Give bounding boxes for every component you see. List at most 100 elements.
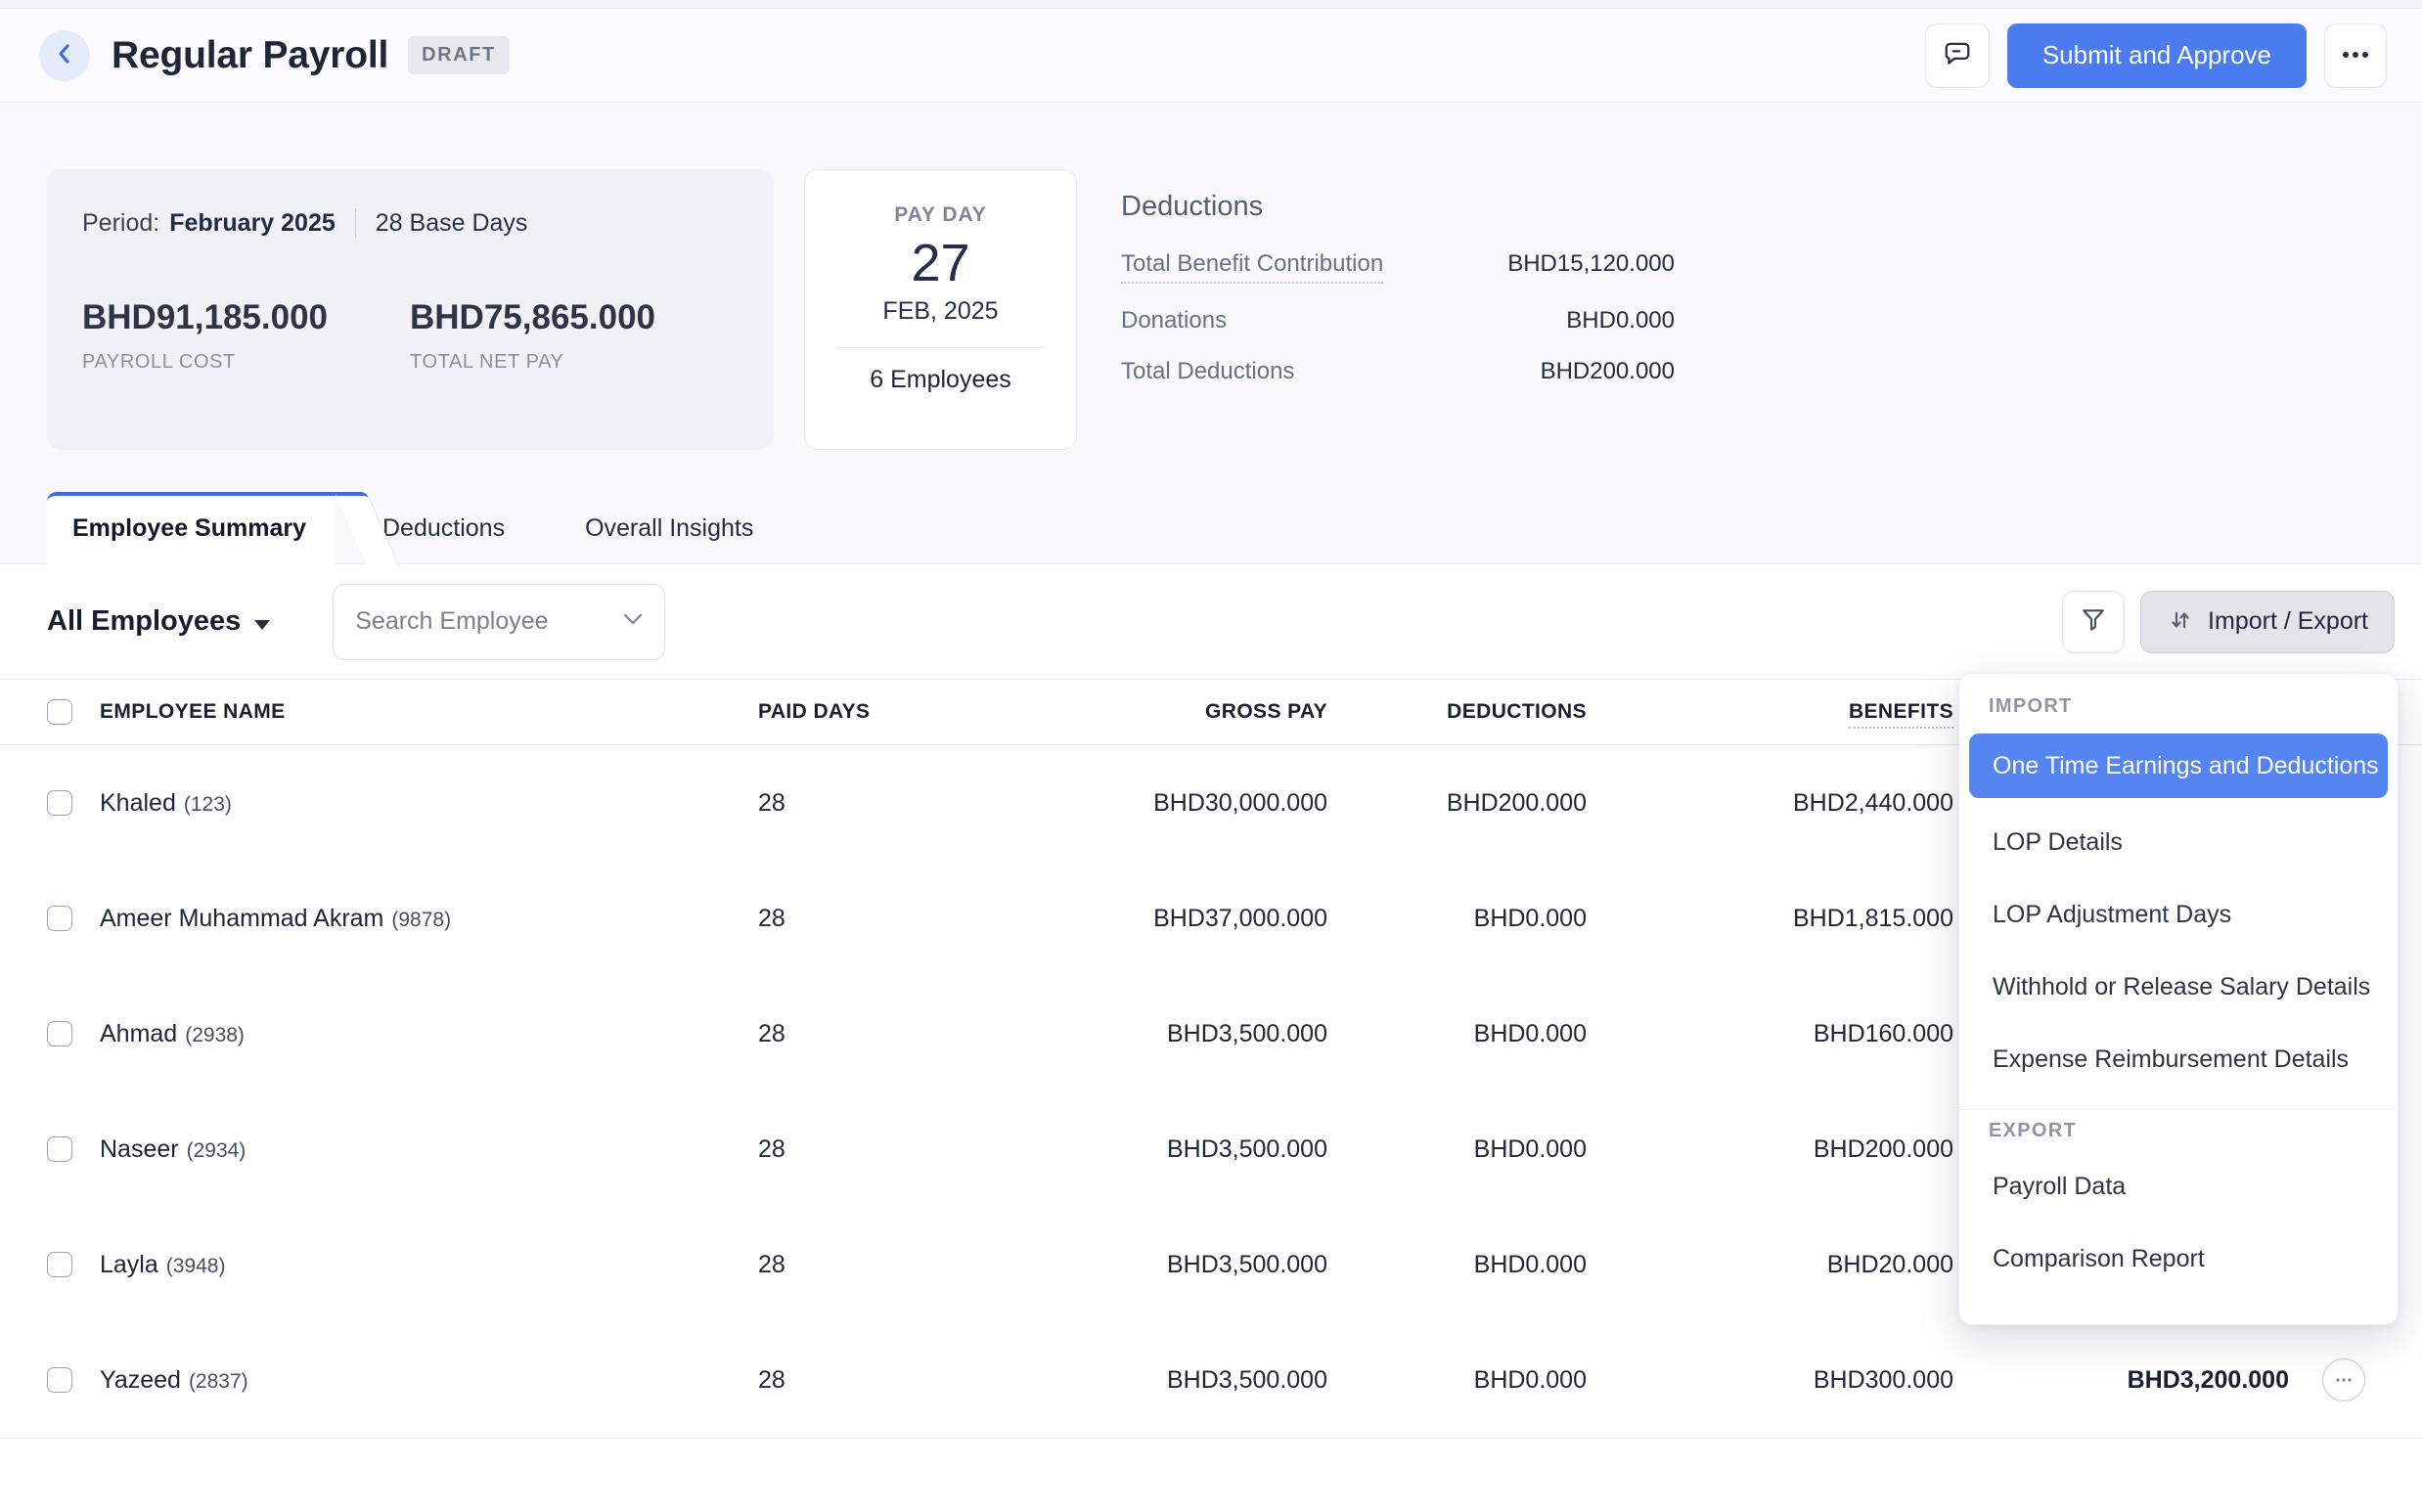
deductions-cell: BHD0.000 [1327,1251,1587,1279]
divider [355,208,356,238]
app-header: Regular Payroll DRAFT Submit and Approve [0,9,2422,103]
employee-name-cell[interactable]: Ameer Muhammad Akram(9878) [100,905,758,933]
total-net-pay-stat: BHD75,865.000 TOTAL NET PAY [410,298,738,374]
total-benefit-contribution-label[interactable]: Total Benefit Contribution [1121,250,1383,284]
paid-days-cell: 28 [758,1020,934,1048]
row-checkbox[interactable] [47,906,72,931]
benefits-cell: BHD20.000 [1587,1251,1953,1279]
menu-item-one-time-earnings[interactable]: One Time Earnings and Deductions [1969,734,2388,798]
deductions-summary: Deductions Total Benefit Contribution BH… [1121,191,1675,409]
deductions-cell: BHD0.000 [1327,1366,1587,1395]
table-row: Yazeed(2837) 28 BHD3,500.000 BHD0.000 BH… [0,1322,2422,1438]
menu-section-export: EXPORT [1989,1120,2398,1142]
search-employee-select[interactable]: Search Employee [333,584,665,660]
deductions-title: Deductions [1121,191,1675,223]
menu-item-payroll-data[interactable]: Payroll Data [1959,1150,2398,1223]
deduction-row: Total Benefit Contribution BHD15,120.000 [1121,250,1675,284]
row-checkbox[interactable] [47,1136,72,1162]
employee-id: (9878) [391,909,451,931]
payroll-screen: Regular Payroll DRAFT Submit and Approve… [0,0,2422,1512]
employee-name-cell[interactable]: Khaled(123) [100,789,758,818]
payday-date: FEB, 2025 [805,297,1076,326]
row-checkbox[interactable] [47,790,72,816]
payroll-cost-label: PAYROLL COST [82,351,410,374]
gross-pay-cell: BHD30,000.000 [934,789,1327,818]
menu-section-import: IMPORT [1989,695,2398,718]
employee-name-cell[interactable]: Yazeed(2837) [100,1366,758,1395]
submit-and-approve-button[interactable]: Submit and Approve [2007,23,2307,88]
col-employee-name: EMPLOYEE NAME [100,700,758,724]
payday-day: 27 [805,233,1076,293]
tab-bar: Employee Summary Deductions Overall Insi… [47,492,786,564]
payroll-cost-value: BHD91,185.000 [82,298,410,337]
comments-button[interactable] [1925,23,1990,88]
benefits-cell: BHD200.000 [1587,1135,1953,1164]
import-export-menu: IMPORT One Time Earnings and Deductions … [1958,673,2399,1325]
deductions-cell: BHD0.000 [1327,1020,1587,1048]
employee-name-cell[interactable]: Ahmad(2938) [100,1020,758,1048]
menu-item-lop-details[interactable]: LOP Details [1959,806,2398,878]
paid-days-cell: 28 [758,1135,934,1164]
employee-id: (123) [184,793,232,816]
donations-value: BHD0.000 [1566,307,1675,334]
period-card: Period: February 2025 28 Base Days BHD91… [47,169,773,450]
total-deductions-value: BHD200.000 [1541,358,1675,385]
chevron-left-icon [52,41,77,69]
back-button[interactable] [39,30,90,81]
menu-divider [1959,1109,2398,1110]
paid-days-cell: 28 [758,905,934,933]
gross-pay-cell: BHD3,500.000 [934,1251,1327,1279]
col-deductions: DEDUCTIONS [1327,700,1587,724]
select-all-checkbox[interactable] [47,699,72,725]
top-strip [0,0,2422,9]
menu-item-withhold-release-salary[interactable]: Withhold or Release Salary Details [1959,951,2398,1023]
menu-item-lop-adjustment-days[interactable]: LOP Adjustment Days [1959,878,2398,951]
more-actions-button[interactable] [2324,23,2387,88]
employee-name-cell[interactable]: Naseer(2934) [100,1135,758,1164]
col-paid-days: PAID DAYS [758,700,934,724]
total-deductions-label: Total Deductions [1121,358,1294,385]
filter-button[interactable] [2062,591,2125,653]
col-gross-pay: GROSS PAY [934,700,1327,724]
ellipsis-icon [2341,48,2370,63]
chevron-down-icon [621,611,645,632]
payday-label: PAY DAY [805,203,1076,227]
paid-days-cell: 28 [758,789,934,818]
deductions-cell: BHD0.000 [1327,1135,1587,1164]
menu-item-expense-reimbursement[interactable]: Expense Reimbursement Details [1959,1023,2398,1095]
summary-section: Period: February 2025 28 Base Days BHD91… [0,103,2422,564]
import-export-button[interactable]: Import / Export [2140,591,2395,653]
gross-pay-cell: BHD3,500.000 [934,1366,1327,1395]
row-checkbox[interactable] [47,1367,72,1393]
page-title: Regular Payroll [112,34,388,77]
employee-id: (2938) [185,1024,245,1046]
row-more-button[interactable] [2322,1358,2365,1401]
benefits-cell: BHD300.000 [1587,1366,1953,1395]
employee-name-cell[interactable]: Layla(3948) [100,1251,758,1279]
import-export-arrows-icon [2167,606,2194,637]
employee-id: (3948) [166,1255,226,1277]
comment-icon [1943,39,1972,71]
total-net-pay-label: TOTAL NET PAY [410,351,738,374]
payday-card: PAY DAY 27 FEB, 2025 6 Employees [804,169,1077,450]
row-checkbox[interactable] [47,1021,72,1046]
status-badge: DRAFT [408,36,510,74]
tab-label: Employee Summary [47,496,336,560]
tab-employee-summary[interactable]: Employee Summary [47,492,336,564]
employee-id: (2837) [189,1370,248,1393]
tab-overall-insights[interactable]: Overall Insights [552,493,786,564]
benefits-cell: BHD2,440.000 [1587,789,1953,818]
total-net-pay-value: BHD75,865.000 [410,298,738,337]
employee-scope-dropdown[interactable]: All Employees [47,605,270,638]
search-placeholder: Search Employee [355,607,548,636]
deductions-cell: BHD0.000 [1327,905,1587,933]
net-pay-cell: BHD3,200.000 [1953,1366,2289,1395]
menu-item-comparison-report[interactable]: Comparison Report [1959,1223,2398,1295]
gross-pay-cell: BHD3,500.000 [934,1020,1327,1048]
row-checkbox[interactable] [47,1252,72,1277]
payday-employee-count: 6 Employees [805,366,1076,394]
caret-down-icon [254,620,270,630]
col-benefits: BENEFITS [1587,700,1953,724]
employee-id: (2934) [187,1139,247,1162]
donations-label: Donations [1121,307,1227,334]
